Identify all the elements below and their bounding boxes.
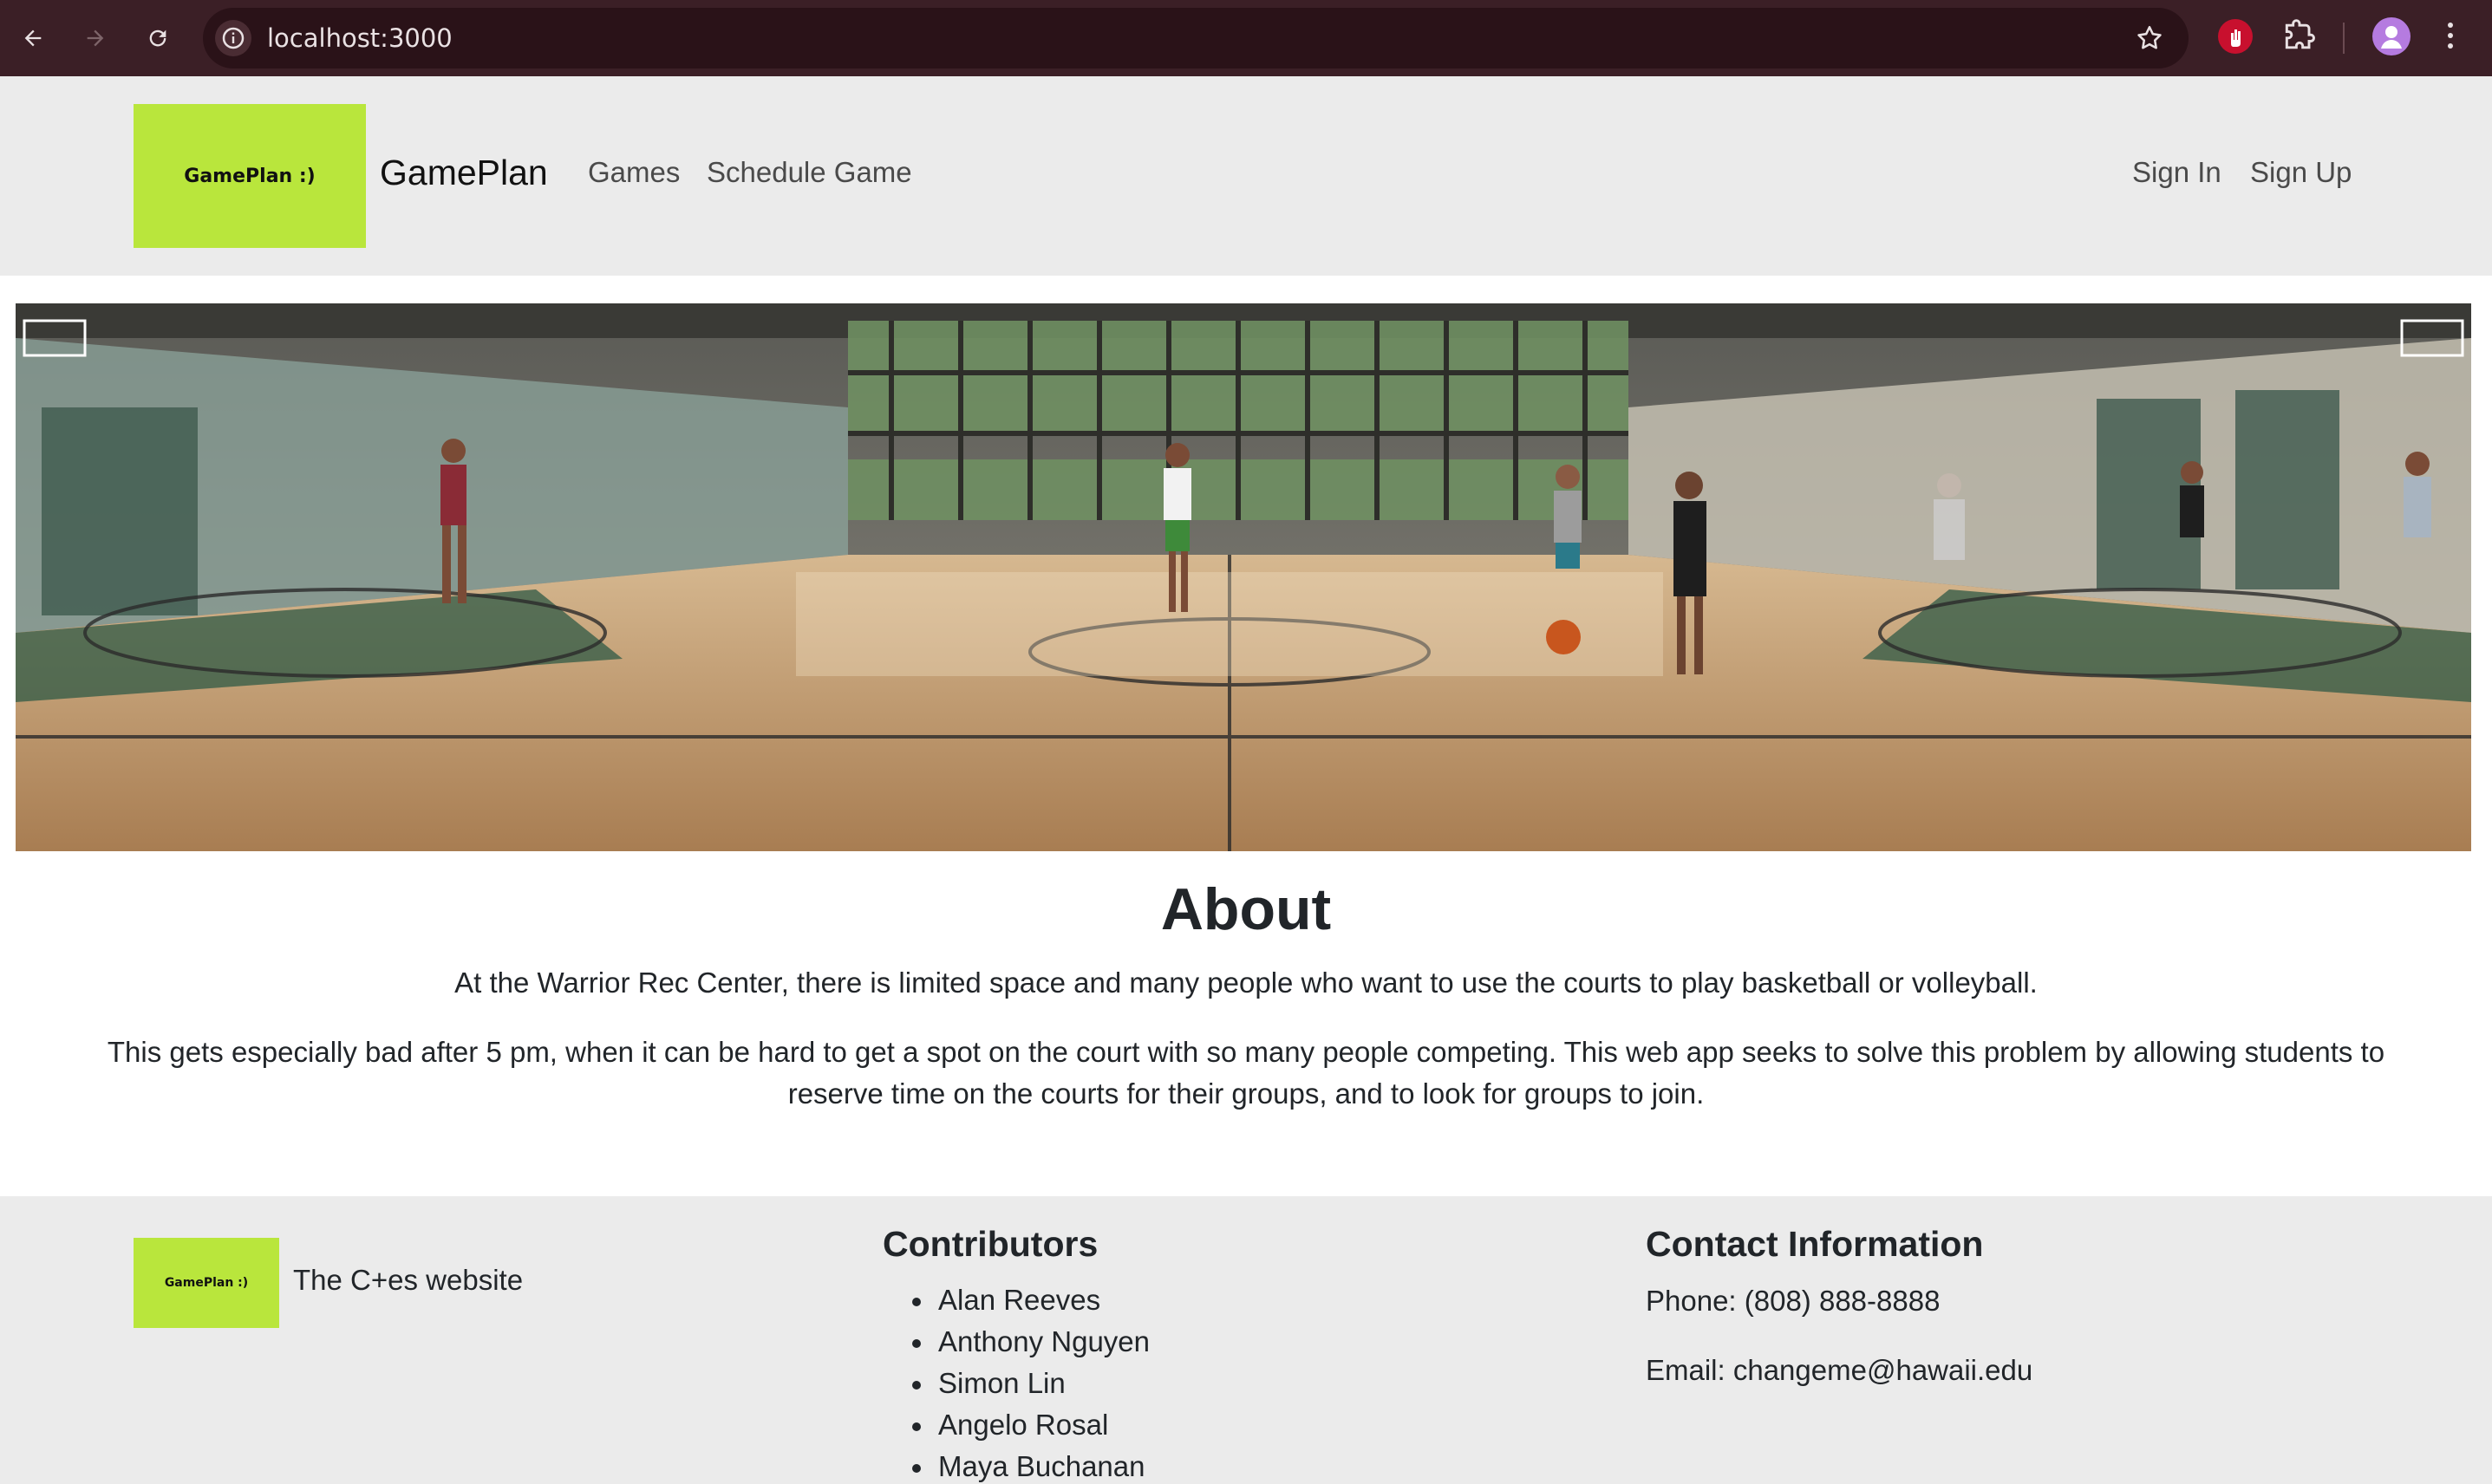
list-item: Simon Lin [902, 1363, 1150, 1404]
site-footer: GamePlan :) The C+es website Contributor… [0, 1196, 2492, 1484]
contributors-heading: Contributors [883, 1224, 1099, 1264]
nav-link-games[interactable]: Games [588, 156, 680, 189]
arrow-left-icon [24, 29, 42, 47]
site-navbar: GamePlan :) GamePlan Games Schedule Game… [0, 76, 2492, 276]
list-item: Angelo Rosal [902, 1404, 1150, 1446]
contact-phone: Phone: (808) 888-8888 [1646, 1285, 1941, 1317]
about-paragraph-2: This gets especially bad after 5 pm, whe… [52, 1032, 2440, 1115]
contributors-list: Alan Reeves Anthony Nguyen Simon Lin Ang… [902, 1279, 1150, 1484]
contact-heading: Contact Information [1646, 1224, 1984, 1264]
logo-text: GamePlan :) [184, 165, 316, 187]
gameplan-logo[interactable]: GamePlan :) [134, 104, 366, 248]
forward-button[interactable] [73, 16, 118, 61]
reload-button[interactable] [135, 16, 180, 61]
about-paragraph-2-line-1: This gets especially bad after 5 pm, whe… [107, 1036, 2385, 1068]
hero-image-basketball-court [16, 303, 2471, 851]
browser-menu-icon[interactable] [2442, 19, 2459, 57]
footer-logo: GamePlan :) [134, 1238, 279, 1328]
list-item: Anthony Nguyen [902, 1321, 1150, 1363]
back-button[interactable] [10, 16, 55, 61]
profile-avatar[interactable] [2372, 17, 2410, 55]
brand-link[interactable]: GamePlan [380, 153, 548, 193]
nav-link-schedule-game[interactable]: Schedule Game [707, 156, 912, 189]
toolbar-divider [2343, 23, 2345, 54]
bookmark-star-icon[interactable] [2135, 23, 2164, 53]
list-item: Maya Buchanan [902, 1446, 1150, 1484]
browser-toolbar: localhost:3000 [0, 0, 2492, 76]
address-bar[interactable]: localhost:3000 [203, 8, 2189, 68]
footer-logo-text: GamePlan :) [164, 1276, 249, 1290]
about-paragraph-2-line-2: reserve time on the courts for their gro… [787, 1077, 1705, 1110]
nav-link-sign-up[interactable]: Sign Up [2250, 156, 2352, 189]
list-item: Alan Reeves [902, 1279, 1150, 1321]
nav-link-sign-in[interactable]: Sign In [2132, 156, 2221, 189]
site-info-icon[interactable] [215, 20, 251, 56]
contact-email: Email: changeme@hawaii.edu [1646, 1354, 2033, 1386]
extensions-puzzle-icon[interactable] [2280, 17, 2319, 55]
extension-hand-icon[interactable] [2218, 19, 2253, 54]
about-paragraph-1: At the Warrior Rec Center, there is limi… [454, 967, 2038, 999]
arrow-right-icon [87, 29, 104, 47]
reload-icon [149, 29, 166, 47]
url-text: localhost:3000 [267, 23, 453, 53]
about-heading: About [1160, 876, 1332, 942]
footer-tagline: The C+es website [293, 1264, 524, 1296]
